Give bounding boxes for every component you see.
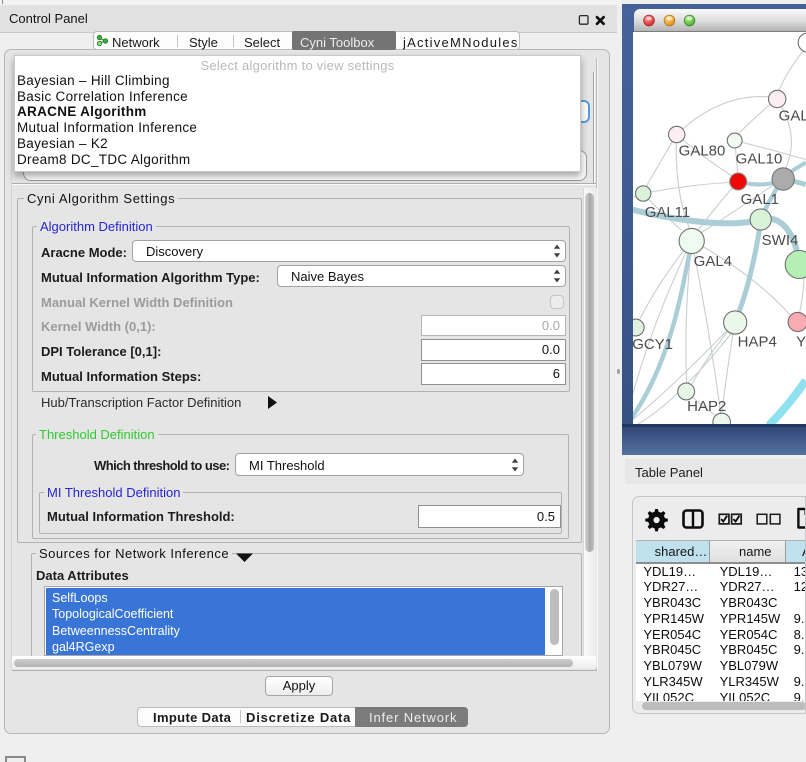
svg-text:GAL80: GAL80 [679,142,726,159]
svg-text:GAL11: GAL11 [645,203,691,220]
svg-text:Y: Y [796,333,805,350]
svg-text:GAL10: GAL10 [736,150,783,167]
svg-text:GAL1: GAL1 [741,191,779,208]
svg-text:SWI4: SWI4 [762,231,799,248]
svg-text:HAP4: HAP4 [738,333,777,350]
svg-text:GAL: GAL [779,107,806,124]
svg-text:GCY1: GCY1 [633,335,673,352]
svg-text:HAP2: HAP2 [687,397,726,414]
svg-text:GAL4: GAL4 [694,252,732,269]
